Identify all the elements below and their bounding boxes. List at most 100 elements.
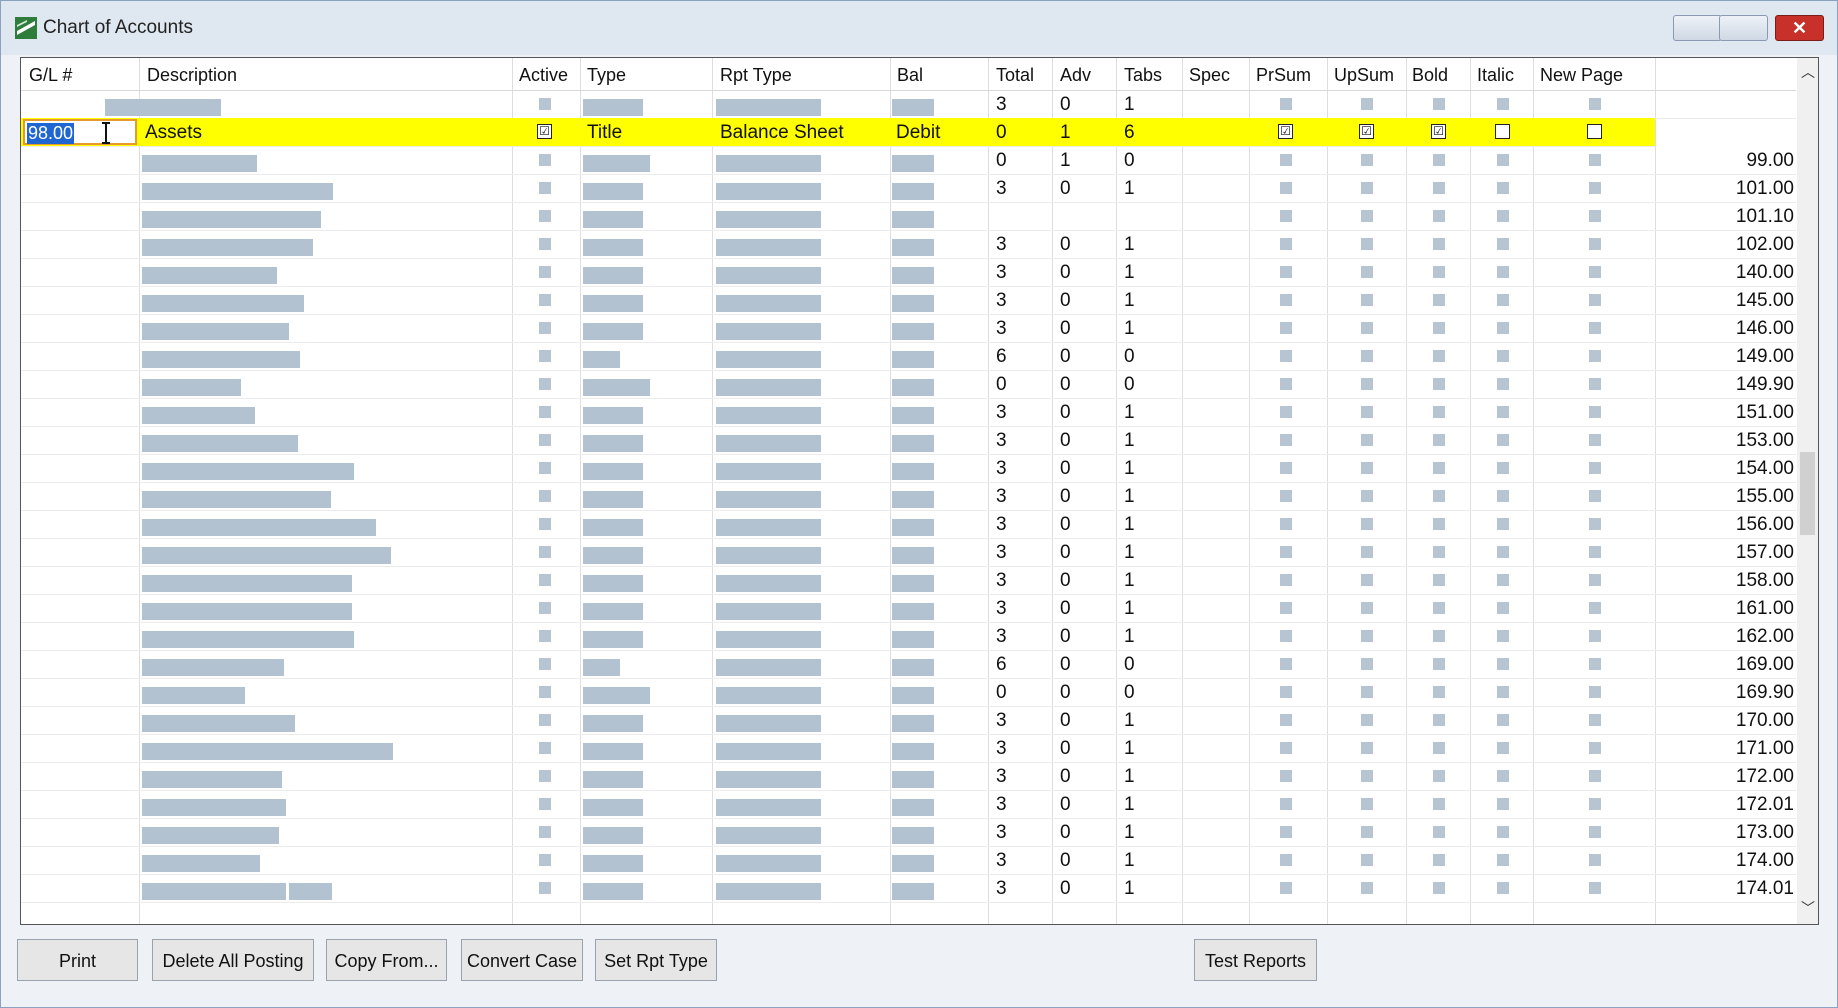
tabs-cell[interactable]: 1	[1124, 318, 1135, 340]
total-cell[interactable]: 3	[996, 234, 1007, 256]
gl-number-cell[interactable]: 161.00	[1678, 598, 1794, 620]
prsum-checkbox[interactable]	[1280, 574, 1292, 586]
tabs-cell[interactable]: 1	[1124, 178, 1135, 200]
total-cell[interactable]: 3	[996, 570, 1007, 592]
upsum-checkbox[interactable]	[1361, 182, 1373, 194]
bold-checkbox[interactable]	[1433, 350, 1445, 362]
tabs-cell[interactable]: 1	[1124, 458, 1135, 480]
gl-number-cell[interactable]: 162.00	[1678, 626, 1794, 648]
gl-number-cell[interactable]: 172.01	[1678, 794, 1794, 816]
tabs-cell[interactable]: 1	[1124, 234, 1135, 256]
title-bar[interactable]: Chart of Accounts ✕	[1, 1, 1837, 55]
gl-number-cell[interactable]: 169.90	[1678, 682, 1794, 704]
bold-checkbox[interactable]	[1433, 462, 1445, 474]
upsum-checkbox[interactable]	[1361, 490, 1373, 502]
delete-all-posting-button[interactable]: Delete All Posting	[152, 939, 314, 981]
prsum-checkbox[interactable]	[1280, 490, 1292, 502]
tabs-cell[interactable]: 0	[1124, 682, 1135, 704]
prsum-checkbox[interactable]	[1280, 406, 1292, 418]
tabs-cell[interactable]: 1	[1124, 262, 1135, 284]
column-header-gl[interactable]: G/L #	[29, 65, 72, 86]
upsum-checkbox[interactable]	[1361, 686, 1373, 698]
total-cell[interactable]: 3	[996, 626, 1007, 648]
column-header-spec[interactable]: Spec	[1189, 65, 1230, 86]
active-checkbox[interactable]	[539, 742, 551, 754]
total-cell[interactable]: 3	[996, 738, 1007, 760]
italic-checkbox[interactable]	[1497, 882, 1509, 894]
tabs-cell[interactable]: 1	[1124, 710, 1135, 732]
adv-cell[interactable]: 0	[1060, 654, 1071, 676]
new-page-checkbox[interactable]	[1589, 798, 1601, 810]
adv-cell[interactable]: 0	[1060, 402, 1071, 424]
table-row[interactable]: 156.00 3 0 1	[21, 510, 1796, 539]
new-page-checkbox[interactable]	[1589, 686, 1601, 698]
table-row[interactable]: 157.00 3 0 1	[21, 538, 1796, 567]
prsum-checkbox[interactable]	[1280, 462, 1292, 474]
upsum-checkbox[interactable]	[1361, 658, 1373, 670]
gl-number-cell[interactable]: 170.00	[1678, 710, 1794, 732]
upsum-checkbox[interactable]	[1361, 882, 1373, 894]
italic-checkbox[interactable]	[1497, 742, 1509, 754]
active-checkbox[interactable]	[539, 546, 551, 558]
bold-checkbox[interactable]	[1433, 266, 1445, 278]
gl-number-cell[interactable]: 157.00	[1678, 542, 1794, 564]
table-row[interactable]: 99.00 0 1 0	[21, 146, 1796, 175]
bold-checkbox[interactable]	[1433, 798, 1445, 810]
adv-cell[interactable]: 0	[1060, 878, 1071, 900]
column-header-total[interactable]: Total	[996, 65, 1034, 86]
active-checkbox[interactable]	[539, 574, 551, 586]
column-header-prsum[interactable]: PrSum	[1256, 65, 1311, 86]
prsum-checkbox[interactable]	[1280, 294, 1292, 306]
prsum-checkbox[interactable]	[1280, 630, 1292, 642]
new-page-checkbox[interactable]	[1589, 518, 1601, 530]
tabs-cell[interactable]: 0	[1124, 150, 1135, 172]
bold-checkbox[interactable]	[1433, 294, 1445, 306]
prsum-checkbox[interactable]	[1280, 350, 1292, 362]
scroll-thumb[interactable]	[1800, 452, 1815, 535]
italic-checkbox[interactable]	[1497, 154, 1509, 166]
active-checkbox[interactable]	[539, 322, 551, 334]
adv-cell[interactable]: 0	[1060, 514, 1071, 536]
active-checkbox[interactable]	[539, 826, 551, 838]
new-page-checkbox[interactable]	[1589, 770, 1601, 782]
total-cell[interactable]: 3	[996, 850, 1007, 872]
italic-checkbox[interactable]	[1497, 322, 1509, 334]
active-checkbox[interactable]	[539, 378, 551, 390]
bold-checkbox[interactable]	[1433, 854, 1445, 866]
italic-checkbox[interactable]	[1497, 574, 1509, 586]
table-row[interactable]: 102.00 3 0 1	[21, 230, 1796, 259]
active-checkbox[interactable]	[539, 98, 551, 110]
active-checkbox[interactable]	[539, 686, 551, 698]
tabs-cell[interactable]: 0	[1124, 346, 1135, 368]
prsum-checkbox[interactable]	[1280, 798, 1292, 810]
table-row[interactable]: 170.00 3 0 1	[21, 706, 1796, 735]
total-cell[interactable]: 6	[996, 654, 1007, 676]
prsum-checkbox[interactable]	[1280, 98, 1292, 110]
active-checkbox[interactable]	[539, 350, 551, 362]
tabs-cell[interactable]: 1	[1124, 766, 1135, 788]
active-checkbox[interactable]	[539, 658, 551, 670]
total-cell[interactable]: 3	[996, 318, 1007, 340]
adv-cell[interactable]: 0	[1060, 94, 1071, 116]
upsum-checkbox[interactable]	[1361, 434, 1373, 446]
bold-checkbox[interactable]	[1433, 658, 1445, 670]
table-row[interactable]: 146.00 3 0 1	[21, 314, 1796, 343]
upsum-checkbox[interactable]	[1361, 854, 1373, 866]
upsum-checkbox[interactable]	[1361, 294, 1373, 306]
bold-checkbox[interactable]	[1433, 406, 1445, 418]
active-checkbox[interactable]	[539, 266, 551, 278]
adv-cell[interactable]: 0	[1060, 626, 1071, 648]
bold-checkbox[interactable]	[1433, 210, 1445, 222]
gl-number-cell[interactable]: 174.01	[1678, 878, 1794, 900]
upsum-checkbox[interactable]	[1361, 630, 1373, 642]
prsum-checkbox[interactable]	[1280, 686, 1292, 698]
italic-checkbox[interactable]	[1497, 406, 1509, 418]
italic-checkbox[interactable]	[1497, 826, 1509, 838]
italic-checkbox[interactable]	[1497, 518, 1509, 530]
new-page-checkbox[interactable]	[1589, 350, 1601, 362]
prsum-checkbox[interactable]	[1280, 238, 1292, 250]
new-page-checkbox[interactable]	[1589, 574, 1601, 586]
table-row[interactable]: 161.00 3 0 1	[21, 594, 1796, 623]
upsum-checkbox[interactable]	[1361, 714, 1373, 726]
new-page-checkbox[interactable]	[1589, 462, 1601, 474]
